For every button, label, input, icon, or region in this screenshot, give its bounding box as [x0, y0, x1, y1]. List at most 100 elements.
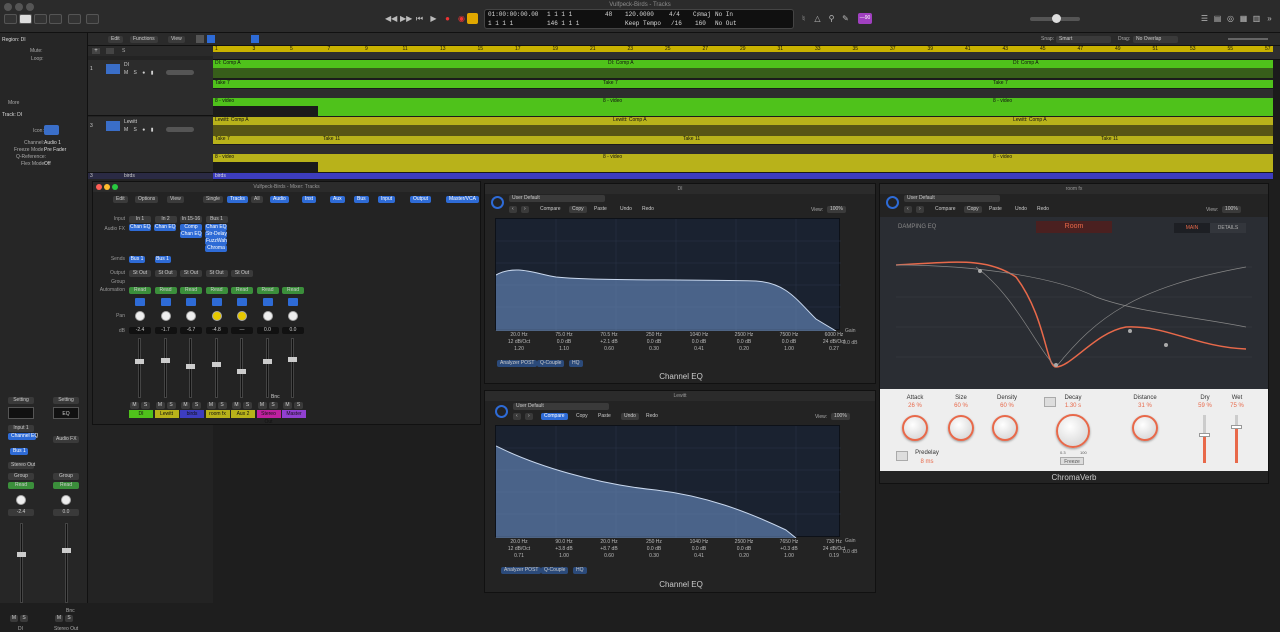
- eq1-graph[interactable]: [495, 218, 841, 332]
- toolbar-icon[interactable]: [34, 14, 47, 24]
- mixer-tracks-button[interactable]: Tracks: [227, 196, 248, 203]
- eq1-band-gain[interactable]: 0.0 dB: [679, 339, 719, 345]
- track-buttons-2[interactable]: M S ● ▮: [124, 127, 155, 133]
- minimize-icon[interactable]: [15, 3, 23, 11]
- waveform-icon[interactable]: [44, 125, 59, 135]
- fader-2[interactable]: [62, 523, 71, 603]
- eq1-band-q[interactable]: 0.41: [679, 346, 719, 352]
- predelay-sync-icon[interactable]: [896, 451, 908, 461]
- eq1-band-freq[interactable]: 7500 Hz: [769, 332, 809, 338]
- mixer-pan-knob[interactable]: [211, 311, 222, 321]
- wet-slider[interactable]: [1231, 415, 1242, 463]
- mixer-solo-button[interactable]: S: [243, 402, 252, 409]
- comp-region-di[interactable]: DI: Comp A DI: Comp A DI: Comp A: [213, 60, 1273, 68]
- eq2-band-q[interactable]: 0.19: [814, 553, 854, 559]
- eq1-band-q[interactable]: 0.20: [724, 346, 764, 352]
- zoom-slider[interactable]: [1228, 38, 1268, 40]
- eq1-band-freq[interactable]: 6000 Hz: [814, 332, 854, 338]
- list-editors-icon[interactable]: ☰: [1200, 14, 1209, 23]
- mixer-mute-button[interactable]: M: [181, 402, 190, 409]
- mixer-all-button[interactable]: All: [251, 196, 263, 203]
- view-menu[interactable]: View: [168, 36, 185, 43]
- eq1-zoom[interactable]: 100%: [827, 206, 846, 213]
- mixer-output-slot[interactable]: St Out: [180, 270, 202, 277]
- mixer-minimize-icon[interactable]: [104, 184, 110, 190]
- tuner-icon[interactable]: ♮: [799, 14, 808, 23]
- eq1-copy[interactable]: Copy: [569, 206, 587, 213]
- track-row-1[interactable]: 1 DI M S ● ▮: [88, 60, 213, 116]
- track-name-2[interactable]: Lewitt: [124, 119, 137, 125]
- solo-button-1[interactable]: S: [20, 615, 28, 622]
- mixer-db-display[interactable]: -1.7: [154, 327, 177, 334]
- send-slot[interactable]: Bus 1: [10, 448, 28, 455]
- mixer-channel-name[interactable]: Stereo Out: [256, 410, 281, 425]
- eq2-band-freq[interactable]: 2500 Hz: [724, 539, 764, 545]
- drag-select[interactable]: No Overlap: [1133, 36, 1178, 43]
- eq2-band-q[interactable]: 1.00: [544, 553, 584, 559]
- setting-button-2[interactable]: Setting: [53, 397, 79, 404]
- mixer-pan-knob[interactable]: [237, 311, 247, 321]
- mixer-single-button[interactable]: Single: [203, 196, 223, 203]
- channel-value[interactable]: Audio 1: [44, 140, 61, 146]
- take-8-lewitt-lane[interactable]: 8 - video 8 - video 8 - video: [213, 154, 1273, 162]
- chroma-zoom[interactable]: 100%: [1222, 206, 1241, 213]
- chroma-undo[interactable]: Undo: [1012, 206, 1030, 213]
- mixer-db-display[interactable]: 0.0: [256, 327, 279, 334]
- eq2-analyzer[interactable]: Analyzer POST: [501, 567, 542, 574]
- comp-region-lewitt[interactable]: Lewitt: Comp A Lewitt: Comp A Lewitt: Comp…: [213, 117, 1273, 125]
- mixer-automation-read[interactable]: Read: [180, 287, 202, 294]
- fast-forward-icon[interactable]: ▶▶: [400, 14, 412, 23]
- mixer-fader[interactable]: [288, 338, 297, 398]
- s-toggle[interactable]: S: [122, 48, 125, 54]
- eq1-power-icon[interactable]: [491, 196, 504, 209]
- eq2-paste[interactable]: Paste: [595, 413, 614, 420]
- eq2-band-q[interactable]: 0.60: [589, 553, 629, 559]
- fader-1[interactable]: [17, 523, 26, 603]
- di-waveform-lane[interactable]: [213, 68, 1273, 78]
- chroma-preset[interactable]: User Default: [904, 195, 1000, 202]
- add-track-icon[interactable]: +: [92, 48, 100, 54]
- mixer-icon[interactable]: [68, 14, 81, 24]
- track-volume-1[interactable]: [166, 70, 194, 75]
- mixer-automation-read[interactable]: Read: [129, 287, 151, 294]
- mixer-automation-read[interactable]: Read: [231, 287, 253, 294]
- mixer-channel-name[interactable]: Master: [282, 410, 306, 418]
- cpu-badge[interactable]: —90: [858, 13, 872, 24]
- eq-thumbnail-2[interactable]: EQ: [53, 407, 79, 419]
- mixer-pan-knob[interactable]: [135, 311, 145, 321]
- pan-knob-2[interactable]: [61, 495, 71, 505]
- grid-icon[interactable]: [196, 35, 204, 43]
- mixer-edit-menu[interactable]: Edit: [113, 196, 128, 203]
- mixer-output-slot[interactable]: St Out: [231, 270, 253, 277]
- eq1-band-freq[interactable]: 2500 Hz: [724, 332, 764, 338]
- mixer-input-slot[interactable]: In 2: [154, 216, 177, 223]
- library-icon[interactable]: [4, 14, 17, 24]
- replace-icon[interactable]: ◉: [457, 14, 466, 23]
- room-type-select[interactable]: Room: [1036, 221, 1112, 233]
- eq2-hq[interactable]: HQ: [573, 567, 587, 574]
- smart-controls-icon[interactable]: [49, 14, 62, 24]
- snap-select[interactable]: Smart: [1056, 36, 1111, 43]
- details-tab[interactable]: DETAILS: [1210, 223, 1246, 233]
- mixer-channel-name[interactable]: Aux 2: [231, 410, 255, 418]
- channel-eq-slot[interactable]: Channel EQ: [8, 433, 38, 440]
- more-label[interactable]: More: [8, 100, 19, 106]
- mixer-automation-read[interactable]: Read: [282, 287, 304, 294]
- take-8-lane[interactable]: 8 - video 8 - video 8 - video: [213, 98, 1273, 106]
- eq2-redo[interactable]: Redo: [643, 413, 661, 420]
- mixer-bounce-label[interactable]: Bnc: [271, 394, 280, 400]
- eq2-zoom[interactable]: 100%: [831, 413, 850, 420]
- eq2-band-freq[interactable]: 20.0 Hz: [589, 539, 629, 545]
- mixer-input-slot[interactable]: Bus 1: [205, 216, 228, 223]
- automation-read-2[interactable]: Read: [53, 482, 79, 489]
- take-7-lane[interactable]: Take 7 Take 7 Take 7: [213, 80, 1273, 88]
- mixer-fx-slot[interactable]: Chan EQ: [154, 224, 176, 231]
- eq2-band-freq[interactable]: 7650 Hz: [769, 539, 809, 545]
- notes-icon[interactable]: ▤: [1213, 14, 1222, 23]
- mixer-solo-button[interactable]: S: [166, 402, 176, 409]
- mixer-fx-slot[interactable]: Chan EQ: [129, 224, 151, 231]
- mixer-filter-inst[interactable]: Inst: [302, 196, 317, 203]
- mixer-channel-name[interactable]: birds: [180, 410, 204, 418]
- mixer-automation-read[interactable]: Read: [256, 287, 279, 294]
- eq1-next-icon[interactable]: ›: [521, 206, 529, 213]
